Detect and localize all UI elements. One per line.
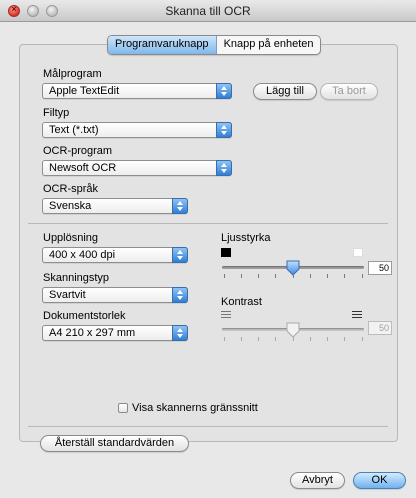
ok-button[interactable]: OK: [353, 472, 406, 489]
document-size-select[interactable]: A4 210 x 297 mm: [42, 325, 188, 341]
show-scanner-ui-label[interactable]: Visa skannerns gränssnitt: [132, 402, 258, 414]
scan-type-select[interactable]: Svartvit: [42, 287, 188, 303]
target-app-label: Målprogram: [43, 68, 102, 80]
remove-app-button[interactable]: Ta bort: [320, 83, 378, 100]
popup-arrows-icon: [172, 325, 188, 341]
dark-swatch-icon: [221, 248, 231, 257]
popup-arrows-icon: [172, 247, 188, 263]
high-contrast-icon: [352, 311, 362, 320]
light-swatch-icon: [353, 248, 363, 257]
file-type-value: Text (*.txt): [49, 124, 99, 136]
bottom-divider: [28, 426, 388, 427]
scan-type-value: Svartvit: [49, 289, 86, 301]
ocr-language-select[interactable]: Svenska: [42, 198, 188, 214]
popup-arrows-icon: [216, 122, 232, 138]
tab-software-button[interactable]: Programvaruknapp: [108, 36, 217, 54]
cancel-button[interactable]: Avbryt: [290, 472, 345, 489]
ocr-program-label: OCR-program: [43, 145, 113, 157]
brightness-ticks: [224, 274, 364, 279]
contrast-label: Kontrast: [221, 296, 262, 308]
brightness-label: Ljusstyrka: [221, 232, 271, 244]
add-app-button[interactable]: Lägg till: [253, 83, 317, 100]
contrast-value-field[interactable]: 50: [368, 321, 392, 335]
ocr-language-value: Svenska: [49, 200, 92, 212]
window-titlebar: × Skanna till OCR: [0, 0, 416, 22]
popup-arrows-icon: [216, 160, 232, 176]
section-divider: [28, 223, 388, 224]
ocr-language-label: OCR-språk: [43, 183, 99, 195]
resolution-select[interactable]: 400 x 400 dpi: [42, 247, 188, 263]
resolution-label: Upplösning: [43, 232, 99, 244]
target-app-select[interactable]: Apple TextEdit: [42, 83, 232, 99]
low-contrast-icon: [221, 311, 231, 320]
popup-arrows-icon: [172, 198, 188, 214]
file-type-label: Filtyp: [43, 107, 70, 119]
restore-defaults-button[interactable]: Återställ standardvärden: [40, 435, 189, 452]
resolution-value: 400 x 400 dpi: [49, 249, 116, 261]
popup-arrows-icon: [216, 83, 232, 99]
contrast-slider-thumb[interactable]: [286, 322, 300, 338]
document-size-label: Dokumentstorlek: [43, 310, 126, 322]
scan-type-label: Skanningstyp: [43, 272, 110, 284]
ocr-program-select[interactable]: Newsoft OCR: [42, 160, 232, 176]
brightness-value-field[interactable]: 50: [368, 261, 392, 275]
contrast-ticks: [224, 337, 364, 342]
popup-arrows-icon: [172, 287, 188, 303]
window-title: Skanna till OCR: [165, 4, 251, 18]
document-size-value: A4 210 x 297 mm: [49, 327, 136, 339]
file-type-select[interactable]: Text (*.txt): [42, 122, 232, 138]
show-scanner-ui-checkbox[interactable]: [118, 403, 128, 413]
tab-device-button[interactable]: Knapp på enheten: [217, 36, 321, 54]
tab-bar: Programvaruknapp Knapp på enheten: [107, 35, 322, 55]
target-app-value: Apple TextEdit: [49, 85, 120, 97]
ocr-program-value: Newsoft OCR: [49, 162, 117, 174]
